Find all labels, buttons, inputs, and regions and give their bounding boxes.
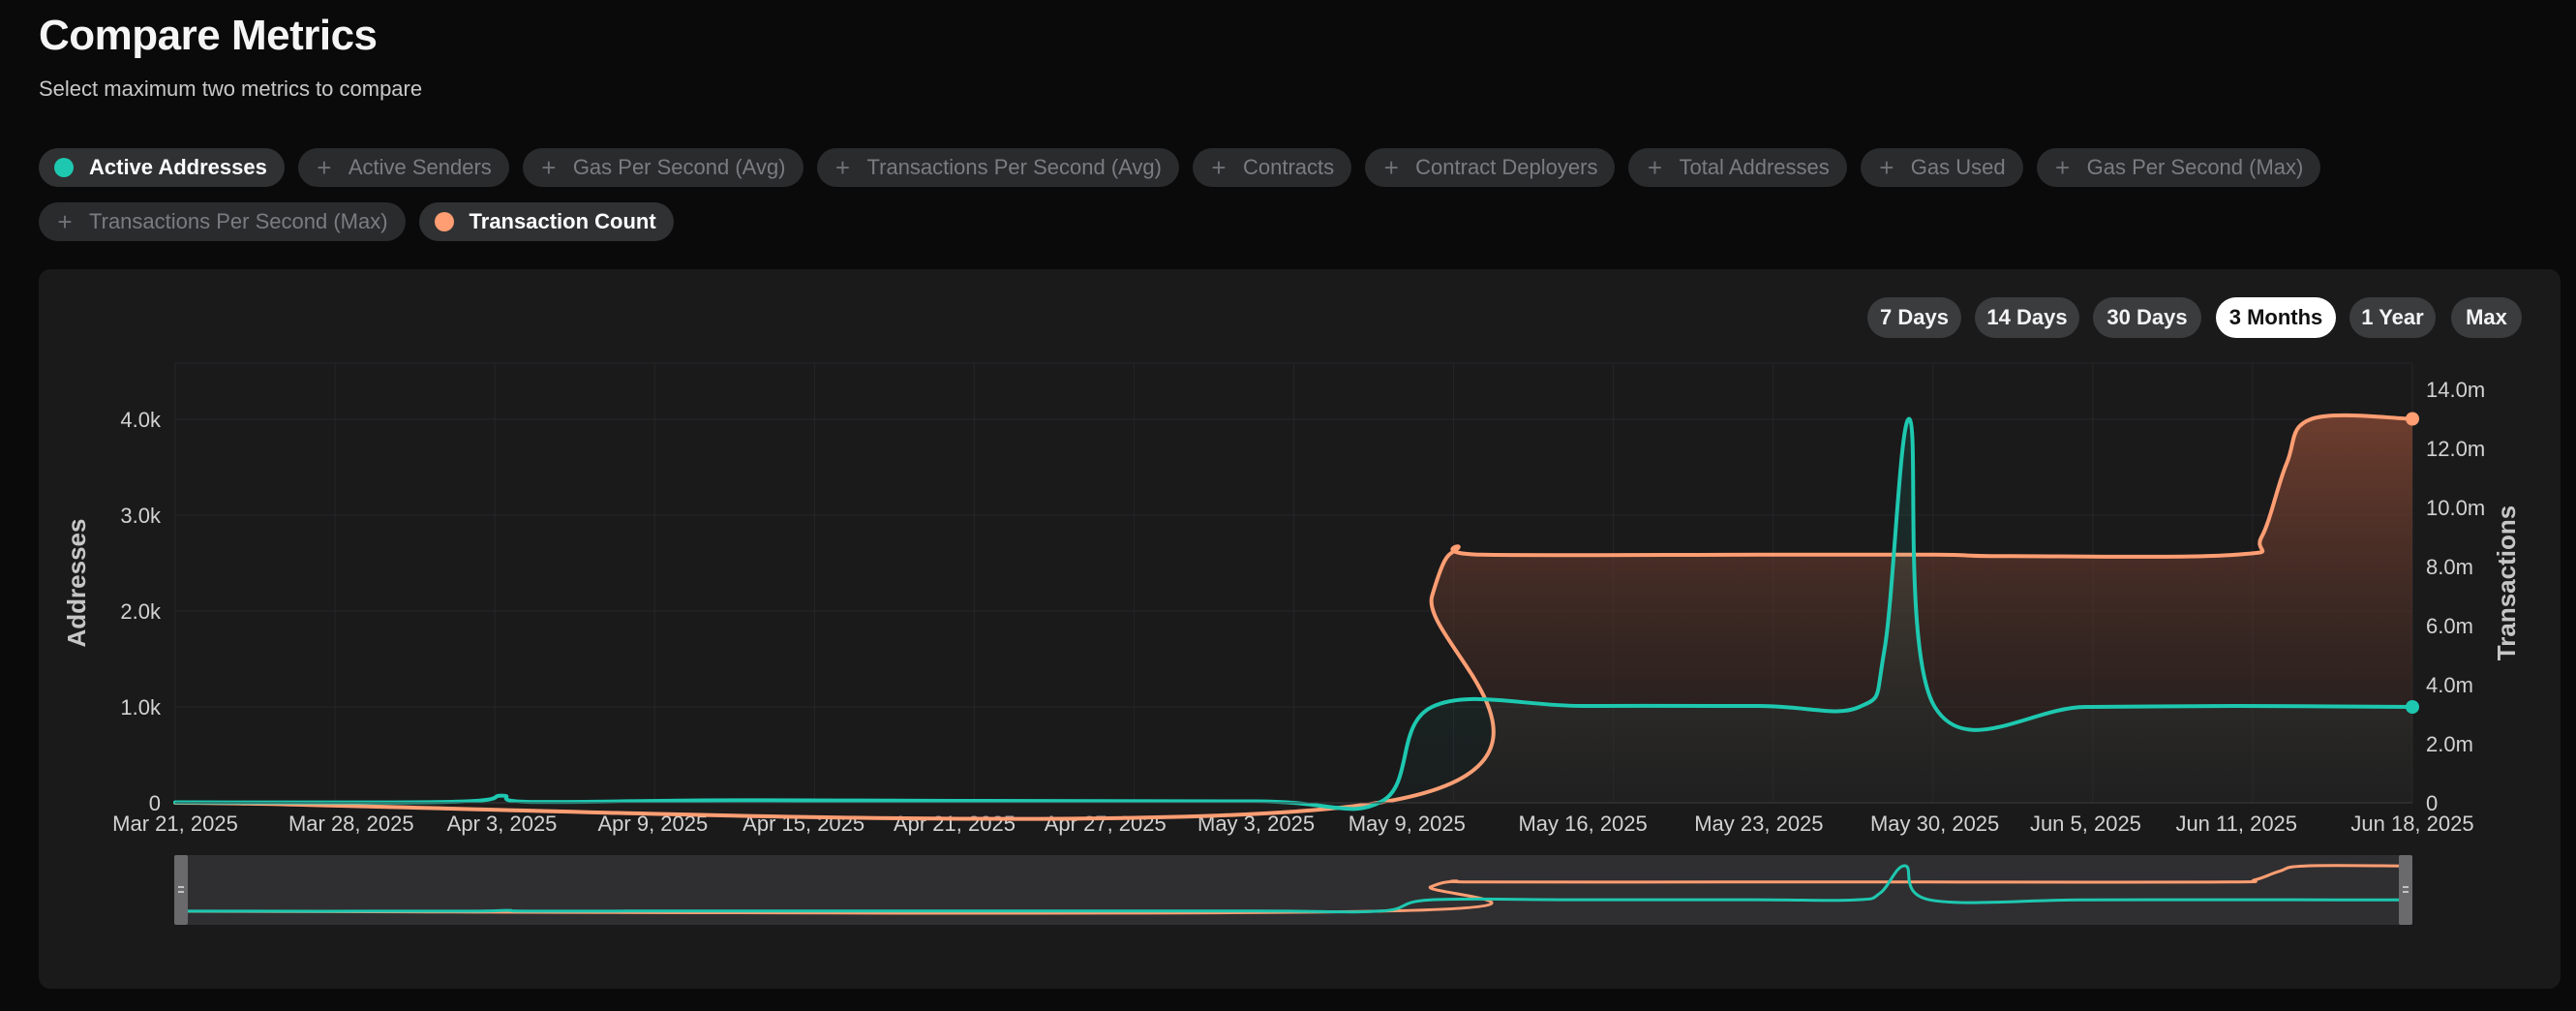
series-end-point-transaction-count bbox=[2406, 412, 2419, 426]
y-right-tick-label: 12.0m bbox=[2426, 437, 2485, 461]
y-right-axis-title: Transactions bbox=[2492, 506, 2521, 660]
x-tick-label: Apr 3, 2025 bbox=[447, 812, 558, 836]
x-tick-label: May 30, 2025 bbox=[1870, 812, 1999, 836]
navigator-selection[interactable] bbox=[182, 855, 2405, 925]
x-tick-label: Mar 28, 2025 bbox=[288, 812, 414, 836]
x-tick-label: May 16, 2025 bbox=[1518, 812, 1647, 836]
x-tick-label: Jun 18, 2025 bbox=[2350, 812, 2473, 836]
y-left-tick-label: 4.0k bbox=[120, 408, 162, 432]
y-right-tick-label: 8.0m bbox=[2426, 555, 2473, 579]
x-tick-label: Jun 11, 2025 bbox=[2175, 812, 2297, 836]
y-right-tick-label: 4.0m bbox=[2426, 673, 2473, 697]
comparison-chart: 01.0k2.0k3.0k4.0k02.0m4.0m6.0m8.0m10.0m1… bbox=[62, 362, 2521, 925]
y-left-tick-label: 3.0k bbox=[120, 504, 162, 528]
navigator-handle-left[interactable] bbox=[174, 855, 188, 925]
y-left-axis-title: Addresses bbox=[62, 519, 91, 648]
y-right-tick-label: 10.0m bbox=[2426, 496, 2485, 520]
x-tick-label: Mar 21, 2025 bbox=[112, 812, 238, 836]
x-tick-label: May 9, 2025 bbox=[1349, 812, 1466, 836]
x-tick-label: May 23, 2025 bbox=[1694, 812, 1823, 836]
series-end-point-active-addresses bbox=[2406, 700, 2419, 714]
range-navigator[interactable] bbox=[174, 855, 2412, 925]
y-right-tick-label: 2.0m bbox=[2426, 732, 2473, 756]
y-right-tick-label: 6.0m bbox=[2426, 614, 2473, 638]
navigator-handle-right[interactable] bbox=[2399, 855, 2412, 925]
x-tick-label: Jun 5, 2025 bbox=[2030, 812, 2141, 836]
y-left-tick-label: 1.0k bbox=[120, 695, 162, 720]
y-left-tick-label: 2.0k bbox=[120, 599, 162, 624]
y-right-tick-label: 14.0m bbox=[2426, 378, 2485, 402]
